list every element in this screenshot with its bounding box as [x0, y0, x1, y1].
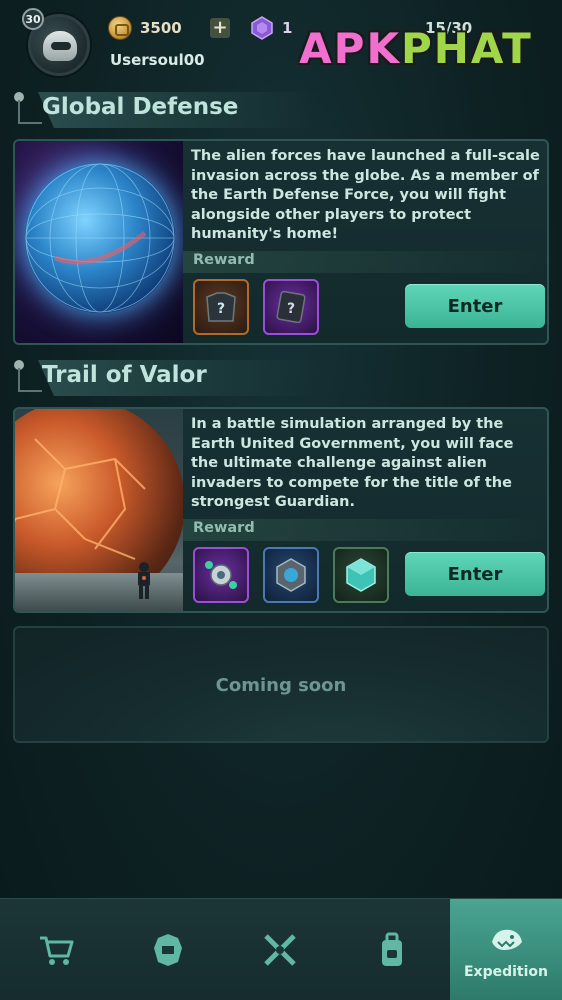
reward-bar: Reward: [183, 519, 547, 541]
drone-icon: [205, 561, 237, 589]
section-title: Global Defense: [42, 94, 239, 120]
soldier-figure: [138, 562, 150, 599]
global-defense-card: The alien forces have launched a full-sc…: [13, 139, 549, 345]
section-connector: [18, 100, 42, 124]
backpack-icon: [382, 932, 402, 966]
armor-icon: [154, 934, 182, 966]
cart-icon: [40, 936, 74, 965]
global-defense-enter-button[interactable]: Enter: [405, 284, 545, 328]
svg-text:?: ?: [287, 301, 295, 317]
section-title: Trail of Valor: [42, 362, 207, 388]
reward-item-armor-orange[interactable]: ?: [193, 279, 249, 335]
reward-item-drone-purple[interactable]: [193, 547, 249, 603]
global-defense-description: The alien forces have launched a full-sc…: [191, 148, 540, 242]
watermark-part-2: PHAT: [401, 23, 533, 73]
mystery-armor-icon: ?: [206, 292, 236, 322]
nav-item-expedition[interactable]: Expedition: [450, 899, 562, 1000]
coin-counter: 3500 +: [108, 14, 232, 42]
reward-bar: Reward: [183, 251, 547, 273]
coin-icon: [108, 16, 132, 40]
core-module-icon: [276, 558, 306, 592]
globe-grid: [25, 163, 175, 313]
section-header-trail-of-valor: Trail of Valor: [14, 360, 554, 396]
ground: [15, 573, 183, 611]
watermark-logo: APK PHAT: [285, 20, 547, 76]
mystery-card-icon: ?: [276, 290, 306, 324]
trail-of-valor-card: In a battle simulation arranged by the E…: [13, 407, 549, 613]
section-connector: [18, 368, 42, 392]
coming-soon-card: Coming soon: [13, 626, 549, 743]
expedition-icon: [492, 929, 522, 950]
gem-icon: [251, 16, 273, 40]
visor: [51, 42, 71, 50]
level-badge: 30: [22, 8, 44, 30]
crystal-cube-icon: [346, 558, 376, 592]
watermark-part-1: APK: [299, 23, 401, 73]
reward-label: Reward: [193, 520, 255, 536]
global-defense-image: [15, 141, 183, 343]
coming-soon-text: Coming soon: [215, 675, 347, 696]
reward-label: Reward: [193, 252, 255, 268]
trail-of-valor-image: [15, 409, 183, 611]
reward-item-core-blue[interactable]: [263, 547, 319, 603]
trail-of-valor-description: In a battle simulation arranged by the E…: [191, 416, 514, 510]
top-bar: 30 Usersoul00 3500 + 1 15/30 APK PHAT: [0, 0, 562, 84]
nav-item-shop[interactable]: [0, 899, 112, 1000]
add-coins-button[interactable]: +: [210, 18, 230, 38]
trail-of-valor-enter-button[interactable]: Enter: [405, 552, 545, 596]
reward-item-crystal-green[interactable]: [333, 547, 389, 603]
nav-item-inventory[interactable]: [336, 899, 448, 1000]
section-header-global-defense: Global Defense: [14, 92, 554, 128]
reward-item-card-purple[interactable]: ?: [263, 279, 319, 335]
svg-text:?: ?: [217, 301, 225, 317]
nav-item-armor[interactable]: [112, 899, 224, 1000]
nav-label-expedition: Expedition: [463, 964, 548, 980]
crossed-swords-icon: [264, 934, 296, 966]
bottom-nav: Expedition: [0, 898, 562, 1000]
coin-value: 3500: [140, 19, 182, 37]
nav-item-battle[interactable]: [224, 899, 336, 1000]
username: Usersoul00: [110, 51, 205, 69]
